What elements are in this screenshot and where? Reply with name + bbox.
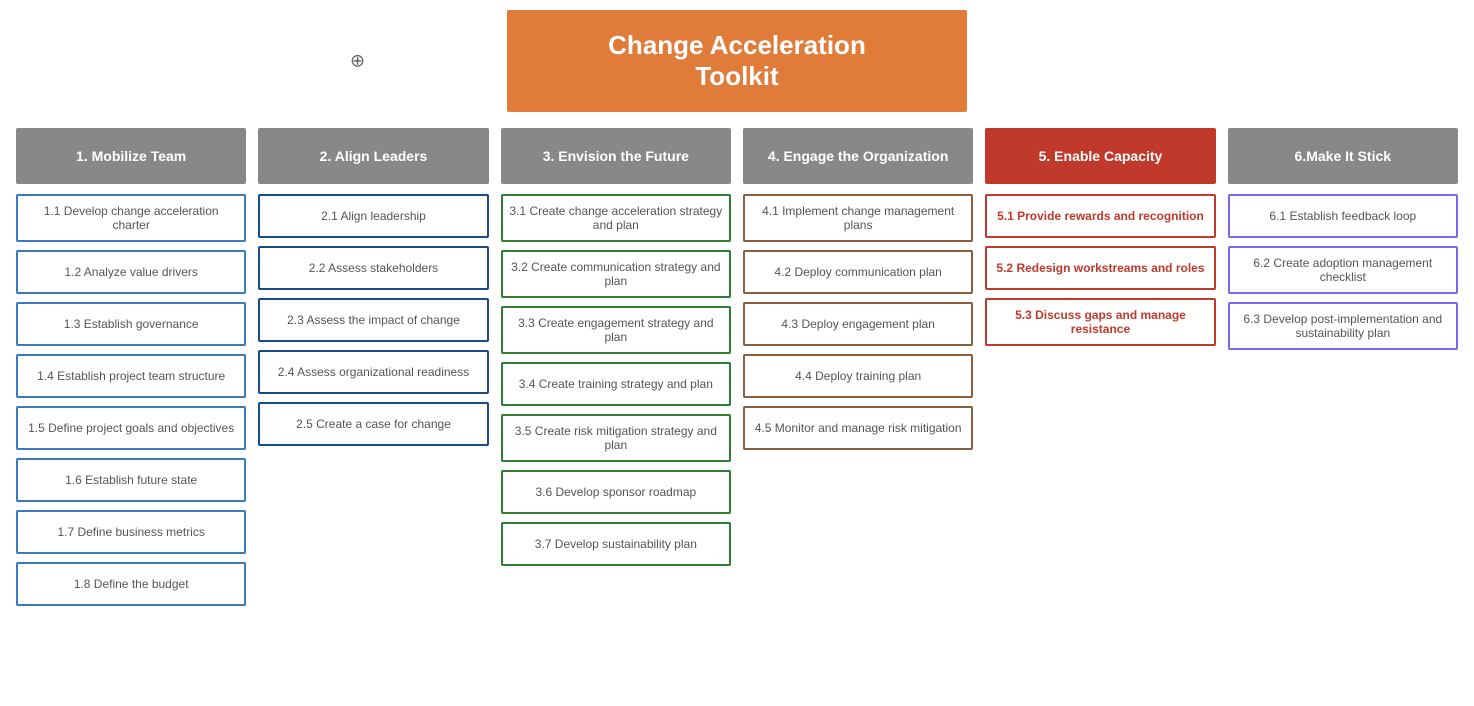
card-col3-1[interactable]: 3.1 Create change acceleration strategy … xyxy=(501,194,731,242)
resize-handle-icon[interactable]: ⊕ xyxy=(350,51,365,72)
card-col3-7[interactable]: 3.7 Develop sustainability plan xyxy=(501,522,731,566)
card-col5-3[interactable]: 5.3 Discuss gaps and manage resistance xyxy=(985,298,1215,346)
column-col3: 3. Envision the Future 3.1 Create change … xyxy=(495,128,737,614)
card-col2-1[interactable]: 2.1 Align leadership xyxy=(258,194,488,238)
column-col4: 4. Engage the Organization 4.1 Implement … xyxy=(737,128,979,614)
card-col4-2[interactable]: 4.2 Deploy communication plan xyxy=(743,250,973,294)
card-col5-2[interactable]: 5.2 Redesign workstreams and roles xyxy=(985,246,1215,290)
col-header-col2: 2. Align Leaders xyxy=(258,128,488,184)
card-col6-3[interactable]: 6.3 Develop post-implementation and sust… xyxy=(1228,302,1458,350)
card-col4-5[interactable]: 4.5 Monitor and manage risk mitigation xyxy=(743,406,973,450)
card-col4-3[interactable]: 4.3 Deploy engagement plan xyxy=(743,302,973,346)
card-col3-5[interactable]: 3.5 Create risk mitigation strategy and … xyxy=(501,414,731,462)
col-header-col5: 5. Enable Capacity xyxy=(985,128,1215,184)
card-col1-5[interactable]: 1.5 Define project goals and objectives xyxy=(16,406,246,450)
card-col3-4[interactable]: 3.4 Create training strategy and plan xyxy=(501,362,731,406)
card-col1-8[interactable]: 1.8 Define the budget xyxy=(16,562,246,606)
card-col1-2[interactable]: 1.2 Analyze value drivers xyxy=(16,250,246,294)
card-col6-1[interactable]: 6.1 Establish feedback loop xyxy=(1228,194,1458,238)
card-col2-5[interactable]: 2.5 Create a case for change xyxy=(258,402,488,446)
columns-container: 1. Mobilize Team 1.1 Develop change accel… xyxy=(10,128,1464,614)
column-col2: 2. Align Leaders 2.1 Align leadership 2.2 … xyxy=(252,128,494,614)
card-col1-1[interactable]: 1.1 Develop change acceleration charter xyxy=(16,194,246,242)
col-header-col1: 1. Mobilize Team xyxy=(16,128,246,184)
header-area: ⊕ Change Acceleration Toolkit xyxy=(10,10,1464,112)
card-col1-6[interactable]: 1.6 Establish future state xyxy=(16,458,246,502)
page-title: Change Acceleration Toolkit xyxy=(507,10,967,112)
col-header-col6: 6.Make It Stick xyxy=(1228,128,1458,184)
col-header-col4: 4. Engage the Organization xyxy=(743,128,973,184)
card-col1-3[interactable]: 1.3 Establish governance xyxy=(16,302,246,346)
card-col6-2[interactable]: 6.2 Create adoption management checklist xyxy=(1228,246,1458,294)
column-col6: 6.Make It Stick 6.1 Establish feedback lo… xyxy=(1222,128,1464,614)
card-col3-3[interactable]: 3.3 Create engagement strategy and plan xyxy=(501,306,731,354)
card-col1-7[interactable]: 1.7 Define business metrics xyxy=(16,510,246,554)
card-col4-4[interactable]: 4.4 Deploy training plan xyxy=(743,354,973,398)
card-col2-2[interactable]: 2.2 Assess stakeholders xyxy=(258,246,488,290)
card-col2-3[interactable]: 2.3 Assess the impact of change xyxy=(258,298,488,342)
card-col2-4[interactable]: 2.4 Assess organizational readiness xyxy=(258,350,488,394)
column-col1: 1. Mobilize Team 1.1 Develop change accel… xyxy=(10,128,252,614)
card-col1-4[interactable]: 1.4 Establish project team structure xyxy=(16,354,246,398)
card-col3-2[interactable]: 3.2 Create communication strategy and pl… xyxy=(501,250,731,298)
card-col5-1[interactable]: 5.1 Provide rewards and recognition xyxy=(985,194,1215,238)
column-col5: 5. Enable Capacity 5.1 Provide rewards an… xyxy=(979,128,1221,614)
card-col3-6[interactable]: 3.6 Develop sponsor roadmap xyxy=(501,470,731,514)
col-header-col3: 3. Envision the Future xyxy=(501,128,731,184)
page: ⊕ Change Acceleration Toolkit 1. Mobiliz… xyxy=(0,0,1474,624)
card-col4-1[interactable]: 4.1 Implement change management plans xyxy=(743,194,973,242)
